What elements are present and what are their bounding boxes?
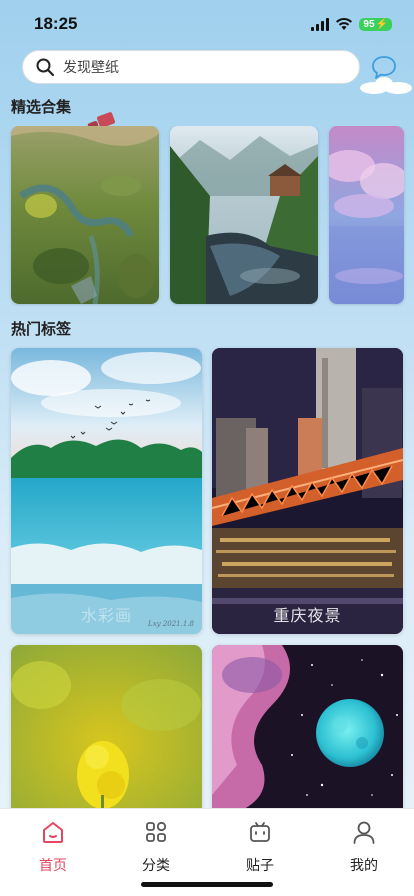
home-icon: [43, 822, 63, 843]
featured-card-aerial-valley[interactable]: [11, 126, 159, 304]
chongqing-night-image: [212, 348, 403, 634]
mountain-river-image: [170, 126, 318, 304]
status-bar: 18:25 95 ⚡: [0, 0, 414, 48]
pink-clouds-image: [329, 126, 404, 304]
search-placeholder: 发现壁纸: [63, 60, 119, 76]
tab-category[interactable]: 分类: [126, 819, 186, 875]
charging-bolt-icon: ⚡: [375, 18, 388, 30]
aerial-valley-image: [11, 126, 159, 304]
search-input[interactable]: 发现壁纸: [22, 50, 360, 84]
cloud-decoration: [360, 77, 412, 94]
tag-card-chongqing-night[interactable]: 重庆夜景: [212, 348, 403, 634]
featured-card-pink-clouds[interactable]: [329, 126, 404, 304]
tab-profile[interactable]: 我的: [334, 819, 394, 875]
tab-home-label: 首页: [39, 858, 67, 874]
tab-posts-label: 贴子: [246, 858, 274, 874]
watercolor-image: [11, 348, 202, 634]
post-icon: [250, 822, 270, 842]
tags-section-title: 热门标签: [11, 320, 72, 338]
galaxy-moon-image: [212, 645, 403, 810]
tag-card-galaxy-moon[interactable]: [212, 645, 403, 810]
featured-section-title: 精选合集: [11, 98, 72, 116]
tab-home[interactable]: 首页: [23, 819, 83, 875]
wifi-icon: [336, 18, 353, 30]
profile-icon: [353, 821, 375, 844]
status-icons: 95 ⚡: [311, 17, 392, 31]
battery-level: 95: [363, 18, 375, 30]
tag-card-watercolor[interactable]: 水彩画 Lxy 2021.1.8: [11, 348, 202, 634]
tag-label-chongqing-night: 重庆夜景: [273, 606, 342, 625]
featured-card-mountain-river[interactable]: [170, 126, 318, 304]
tab-profile-label: 我的: [350, 858, 378, 874]
featured-collections: [0, 126, 414, 306]
status-time: 18:25: [34, 14, 78, 33]
tab-posts[interactable]: 贴子: [230, 819, 290, 875]
home-indicator: [141, 882, 273, 887]
rapeseed-flower-image: [11, 645, 202, 810]
tag-card-rapeseed[interactable]: [11, 645, 202, 810]
search-icon: [36, 58, 55, 77]
battery-indicator: 95 ⚡: [359, 17, 392, 31]
category-grid-icon: [146, 821, 167, 842]
tab-category-label: 分类: [142, 858, 170, 874]
artist-signature: Lxy 2021.1.8: [148, 620, 194, 628]
cellular-signal-icon: [311, 17, 330, 31]
